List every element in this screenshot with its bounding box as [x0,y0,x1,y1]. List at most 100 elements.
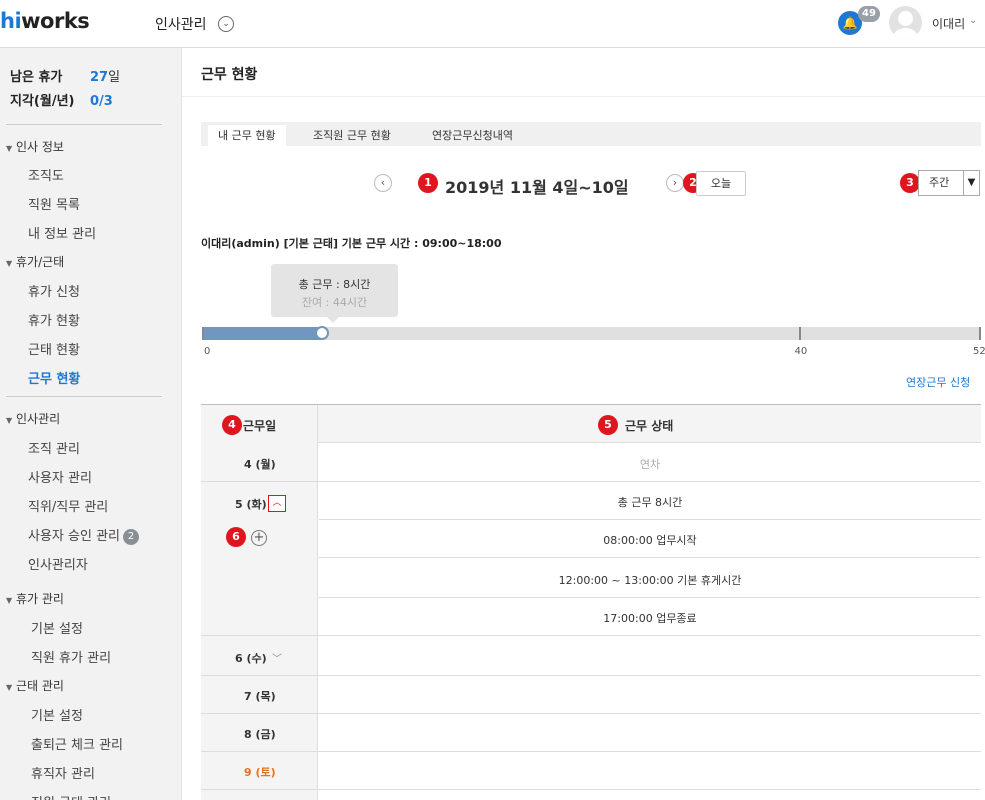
day-label: 8 (금) [244,728,276,741]
sidebar-item-user-approval[interactable]: 사용자 승인 관리 2 [28,525,139,545]
progress-label-40: 40 [794,346,808,357]
sidebar-item-hr-admin[interactable]: 인사관리자 [28,554,88,573]
remaining-leave-row: 남은 휴가 27일 [10,66,120,90]
progress-40h-tick [799,327,802,340]
sidebar-item-my-info[interactable]: 내 정보 관리 [28,223,96,242]
row-divider [201,675,981,676]
sidebar-item-org-chart[interactable]: 조직도 [28,165,64,184]
sidebar-divider [6,396,162,397]
expand-chevron-down-icon[interactable]: ﹀ [272,650,282,665]
caret-down-icon: ▼ [6,259,13,268]
table-header [201,405,981,443]
sidebar-item-user-management[interactable]: 사용자 관리 [28,467,92,486]
sidebar-group-attendance-management[interactable]: ▼ 근태 관리 [6,677,64,694]
sidebar-item-position-management[interactable]: 직위/직무 관리 [28,496,108,515]
view-mode-select[interactable]: 주간 ▼ [918,170,980,196]
sidebar-item-leave-basic-settings[interactable]: 기본 설정 [31,618,83,637]
caret-down-icon: ▼ [6,596,13,605]
callout-marker-1: 1 [418,173,438,193]
prev-week-button[interactable]: ‹ [374,174,392,192]
sidebar-item-employee-attendance[interactable]: 직원 근태 관리 [31,792,111,800]
collapse-chevron-up-icon[interactable]: ︿ [268,495,286,512]
sidebar: 남은 휴가 27일 지각(월/년) 0/3 ▼ 인사 정보 조직도 직원 목록 내 정… [0,48,182,800]
tooltip-pointer [327,317,339,323]
sidebar-item-attendance-status[interactable]: 근태 현황 [28,339,80,358]
detail-break-time: 12:00:00 ~ 13:00:00 기본 휴게시간 [558,574,742,587]
sidebar-group-hr-management[interactable]: ▼ 인사관리 [6,410,60,427]
column-header-day: 근무일 [243,419,277,433]
avatar-body-shape [893,28,918,39]
callout-marker-3: 3 [900,173,920,193]
sidebar-item-leave-of-absence[interactable]: 휴직자 관리 [31,763,95,782]
sidebar-group-label: 근태 관리 [16,679,64,693]
add-record-plus-icon[interactable]: + [251,530,267,546]
sidebar-item-leave-request[interactable]: 휴가 신청 [28,281,80,300]
sidebar-item-checkin-management[interactable]: 출퇴근 체크 관리 [31,734,123,753]
callout-marker-6: 6 [226,527,246,547]
sidebar-group-hr-info[interactable]: ▼ 인사 정보 [6,138,64,155]
day-label-saturday: 9 (토) [244,766,276,779]
tooltip-remaining-hours: 잔여 : 44시간 [301,296,368,309]
day-label: 7 (목) [244,690,276,703]
app-menu-title[interactable]: 인사관리 [155,14,207,34]
row-divider [201,481,981,482]
hiworks-logo[interactable]: hiworks [0,9,90,33]
tab-bar: 내 근무 현황 조직원 근무 현황 연장근무신청내역 [201,122,981,146]
row-divider [201,751,981,752]
avatar[interactable] [889,6,922,39]
sidebar-item-label: 사용자 승인 관리 [28,529,120,544]
work-hours-progress-fill [202,327,322,340]
work-hours-tooltip: 총 근무 : 8시간 잔여 : 44시간 [271,264,398,317]
logo-hi: hi [0,9,22,33]
sidebar-group-label: 인사 정보 [16,140,64,154]
caret-down-icon: ▼ [6,683,13,692]
progress-knob [314,326,329,340]
progress-label-start: 0 [204,346,211,357]
late-label: 지각(월/년) [10,94,75,109]
day-label: 4 (월) [244,458,276,471]
sidebar-item-work-status[interactable]: 근무 현황 [28,368,80,387]
page-title: 근무 현황 [201,67,258,83]
leave-summary: 남은 휴가 27일 지각(월/년) 0/3 [10,66,120,114]
detail-work-start: 08:00:00 업무시작 [603,534,697,547]
row-divider [201,713,981,714]
view-mode-value: 주간 [929,176,950,189]
tab-member-work-status[interactable]: 조직원 근무 현황 [313,125,391,146]
chevron-down-icon[interactable]: ⌄ [218,16,234,32]
sidebar-group-leave-management[interactable]: ▼ 휴가 관리 [6,590,64,607]
sidebar-item-leave-status[interactable]: 휴가 현황 [28,310,80,329]
remaining-leave-value[interactable]: 27 [90,70,108,85]
callout-marker-5: 5 [598,415,618,435]
next-week-button[interactable]: › [666,174,684,192]
sidebar-group-leave-attendance[interactable]: ▼ 휴가/근태 [6,253,64,270]
row-divider [201,635,981,636]
sidebar-item-employee-list[interactable]: 직원 목록 [28,194,80,213]
sidebar-item-employee-leave-management[interactable]: 직원 휴가 관리 [31,647,111,666]
overtime-request-link[interactable]: 연장근무 신청 [906,374,970,390]
user-menu-chevron-icon[interactable]: ⌄ [969,15,977,26]
caret-down-icon: ▼ [6,416,13,425]
progress-label-end: 52 [973,346,985,357]
sidebar-item-attendance-basic-settings[interactable]: 기본 설정 [31,705,83,724]
remaining-leave-label: 남은 휴가 [10,70,63,85]
callout-marker-4: 4 [222,415,242,435]
tab-my-work-status[interactable]: 내 근무 현황 [208,125,286,146]
day-label: 6 (수) [235,652,267,665]
sidebar-divider [6,124,162,125]
row-divider [319,557,981,558]
logo-works: works [21,9,90,33]
caret-down-icon: ▼ [6,144,13,153]
progress-start-tick [202,327,204,340]
sidebar-group-label: 인사관리 [16,412,61,426]
late-value[interactable]: 0/3 [90,94,113,109]
date-range: 2019년 11월 4일~10일 [445,178,629,197]
row-divider [201,789,981,790]
user-name[interactable]: 이대리 [932,15,965,32]
title-divider [182,96,985,97]
row-divider [319,597,981,598]
tab-overtime-requests[interactable]: 연장근무신청내역 [432,125,513,146]
sidebar-group-label: 휴가 관리 [16,592,64,606]
sidebar-item-org-management[interactable]: 조직 관리 [28,438,80,457]
approval-count-badge: 2 [123,529,139,545]
today-button[interactable]: 오늘 [696,171,746,196]
